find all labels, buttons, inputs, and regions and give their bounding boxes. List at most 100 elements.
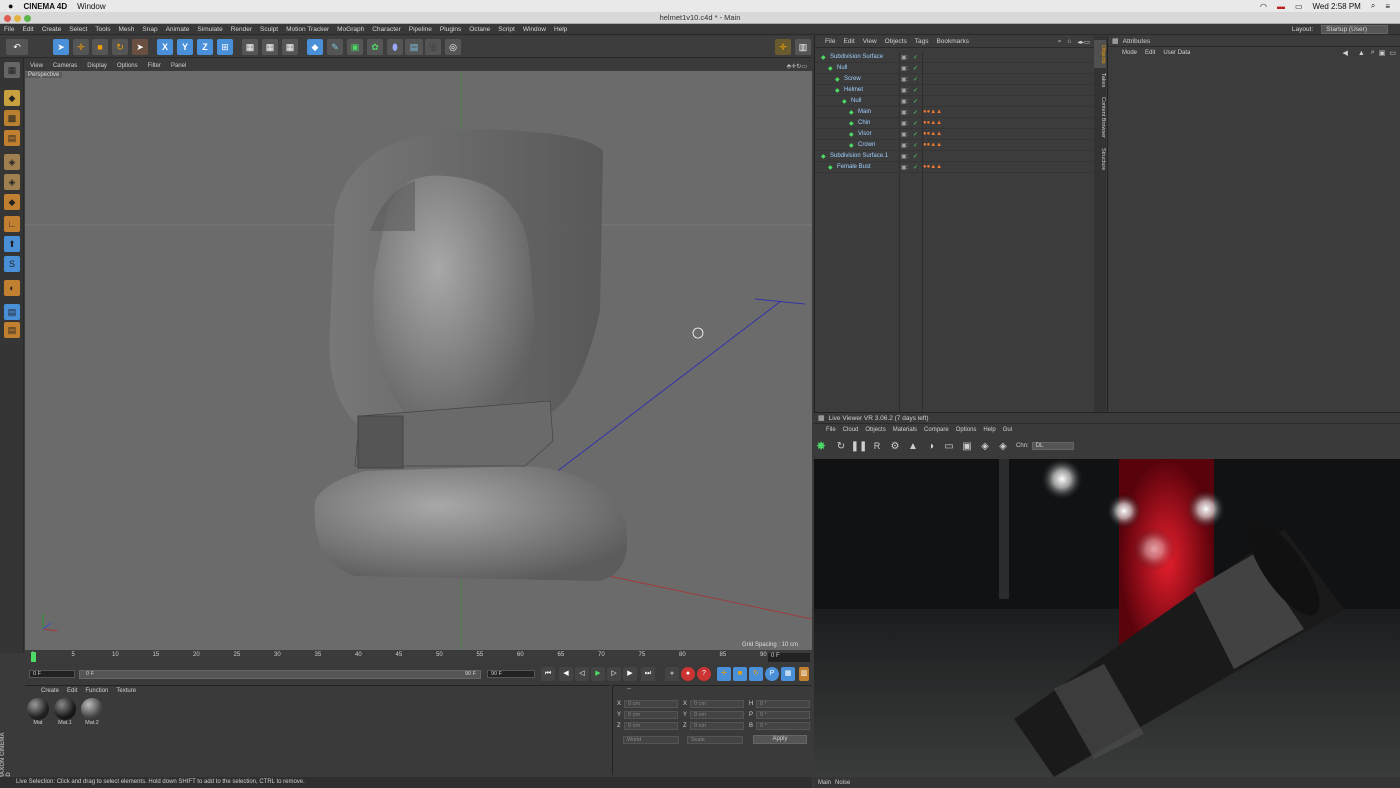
menu-mograph[interactable]: MoGraph — [337, 26, 364, 33]
object-row[interactable]: ◆ Screw ▣: ✓ — [815, 74, 1094, 85]
x-axis-icon[interactable]: X — [157, 39, 173, 55]
next-frame-icon[interactable]: ▷ — [607, 667, 621, 681]
menu-select[interactable]: Select — [69, 26, 87, 33]
material-tags-icon[interactable]: ●●▲▲ — [923, 164, 942, 170]
menu-window[interactable]: Window — [523, 26, 546, 33]
material-tags-icon[interactable]: ●●▲▲ — [923, 131, 942, 137]
edges-mode-icon[interactable]: ◈ — [4, 174, 20, 190]
visibility-toggle-icon[interactable]: ▣: — [901, 76, 908, 83]
key-pla-icon[interactable]: ▦ — [781, 667, 795, 681]
object-row[interactable]: ◆ Null ▣: ✓ — [815, 96, 1094, 107]
attr-menu-user-data[interactable]: User Data — [1163, 50, 1190, 56]
object-row[interactable]: ◆ Crown ▣: ✓ ●●▲▲ — [815, 140, 1094, 151]
enable-check-icon[interactable]: ✓ — [913, 98, 918, 105]
pick-material-icon[interactable]: ◈ — [994, 441, 1012, 452]
subdivision-icon[interactable]: ▣ — [347, 39, 363, 55]
start-frame-field[interactable]: 0 F — [29, 670, 75, 678]
deformer-icon[interactable]: ⬮ — [387, 39, 403, 55]
play-icon[interactable]: ▶ — [591, 667, 605, 681]
object-row[interactable]: ◆ Chin ▣: ✓ ●●▲▲ — [815, 118, 1094, 129]
visibility-toggle-icon[interactable]: ▣: — [901, 87, 908, 94]
material-tags-icon[interactable]: ●●▲▲ — [923, 120, 942, 126]
lv-menu-gui[interactable]: Gui — [1003, 427, 1012, 433]
obj-menu-tags[interactable]: Tags — [915, 38, 929, 45]
layout-select[interactable]: Startup (User) — [1321, 24, 1388, 34]
vp-menu-filter[interactable]: Filter — [148, 63, 161, 69]
rotate-tool-icon[interactable]: ↻ — [112, 39, 128, 55]
octane-render-icon[interactable]: ✸ — [816, 439, 832, 453]
coord-field[interactable]: 0 cm — [690, 711, 744, 719]
enable-check-icon[interactable]: ✓ — [913, 109, 918, 116]
menu-file[interactable]: File — [4, 26, 14, 33]
object-row[interactable]: ◆ Subdivision Surface ▣: ✓ — [815, 52, 1094, 63]
material-tags-icon[interactable]: ●●▲▲ — [923, 109, 942, 115]
region-render-icon[interactable]: R — [868, 441, 886, 451]
axis-mode-icon[interactable]: ∟ — [4, 216, 20, 232]
object-row[interactable]: ◆ Main ▣: ✓ ●●▲▲ — [815, 107, 1094, 118]
menu-snap[interactable]: Snap — [142, 26, 157, 33]
color-picker-icon[interactable]: ◑ — [922, 441, 940, 452]
playhead[interactable] — [31, 652, 36, 662]
vp-menu-view[interactable]: View — [30, 63, 43, 69]
vp-menu-panel[interactable]: Panel — [171, 63, 186, 69]
visibility-toggle-icon[interactable]: ▣: — [901, 164, 908, 171]
snap-icon[interactable]: S — [4, 256, 20, 272]
timeline-ruler[interactable]: 051015202530354045505560657075808590 0 F — [25, 650, 812, 664]
pen-icon[interactable]: ✎ — [327, 39, 343, 55]
material-swatch[interactable]: Mat — [25, 698, 51, 726]
mac-clock[interactable]: Wed 2:58 PM — [1313, 2, 1361, 11]
obj-menu-edit[interactable]: Edit — [843, 38, 854, 45]
enable-check-icon[interactable]: ✓ — [913, 120, 918, 127]
tab-structure[interactable]: Structure — [1094, 144, 1106, 174]
end-frame-field[interactable]: 90 F — [487, 670, 535, 678]
lv-menu-materials[interactable]: Materials — [893, 427, 917, 433]
model-mode-icon[interactable]: ◆ — [4, 90, 20, 106]
previous-frame-icon[interactable]: ◁ — [575, 667, 589, 681]
undo-icon[interactable]: ↶ — [6, 39, 28, 55]
camera-icon[interactable]: 🎥 — [425, 39, 441, 55]
visibility-toggle-icon[interactable]: ▣: — [901, 65, 908, 72]
render-picture-viewer-icon[interactable]: ▦ — [262, 39, 278, 55]
search-icon[interactable]: ⌕ — [1371, 1, 1375, 11]
film-region-icon[interactable]: ▣ — [958, 441, 976, 452]
autokey-icon[interactable]: ● — [681, 667, 695, 681]
live-viewer-render[interactable] — [814, 459, 1400, 777]
lv-menu-compare[interactable]: Compare — [924, 427, 949, 433]
menu-animate[interactable]: Animate — [166, 26, 190, 33]
battery-icon[interactable]: ▭ — [1295, 2, 1303, 11]
next-key-icon[interactable]: ▶ — [623, 667, 637, 681]
render-view-icon[interactable]: ▦ — [242, 39, 258, 55]
polygons-mode-icon[interactable]: ◆ — [4, 194, 20, 210]
lv-tab-noise[interactable]: Noise — [835, 780, 850, 786]
home-icon[interactable]: ⌂ — [1067, 38, 1071, 45]
attr-menu-edit[interactable]: Edit — [1145, 50, 1155, 56]
menu-character[interactable]: Character — [372, 26, 401, 33]
previous-key-icon[interactable]: ◀ — [559, 667, 573, 681]
points-mode-icon[interactable]: ◈ — [4, 154, 20, 170]
visibility-toggle-icon[interactable]: ▣: — [901, 98, 908, 105]
nav-icons[interactable]: ◂▸▭ — [1077, 38, 1090, 46]
floor-icon[interactable]: ▤ — [405, 39, 423, 55]
close-window-button[interactable] — [4, 15, 11, 22]
texture-mode-icon[interactable]: ▩ — [4, 110, 20, 126]
coordinate-system-icon[interactable]: ⊞ — [217, 39, 233, 55]
lv-menu-options[interactable]: Options — [956, 427, 977, 433]
lv-tab-main[interactable]: Main — [818, 780, 831, 786]
recent-tool-icon[interactable]: ➤ — [132, 39, 148, 55]
pick-focus-icon[interactable]: ◈ — [976, 441, 994, 452]
z-axis-icon[interactable]: Z — [197, 39, 213, 55]
menu-plugins[interactable]: Plugins — [440, 26, 461, 33]
enable-check-icon[interactable]: ✓ — [913, 164, 918, 171]
menu-mesh[interactable]: Mesh — [118, 26, 134, 33]
visibility-toggle-icon[interactable]: ▣: — [901, 120, 908, 127]
menu-octane[interactable]: Octane — [469, 26, 490, 33]
key-position-icon[interactable]: ✛ — [717, 667, 731, 681]
coord-field[interactable]: 0 cm — [690, 722, 744, 730]
vp-menu-options[interactable]: Options — [117, 63, 138, 69]
workplane-icon[interactable]: ▤ — [4, 130, 20, 146]
search-icon[interactable]: ⌕ — [1058, 38, 1062, 46]
tab-takes[interactable]: Takes — [1094, 70, 1106, 90]
new-panel-icon[interactable]: ▭ — [1389, 49, 1396, 57]
menu-list-icon[interactable]: ≡ — [1385, 2, 1390, 11]
menu-help[interactable]: Help — [554, 26, 567, 33]
